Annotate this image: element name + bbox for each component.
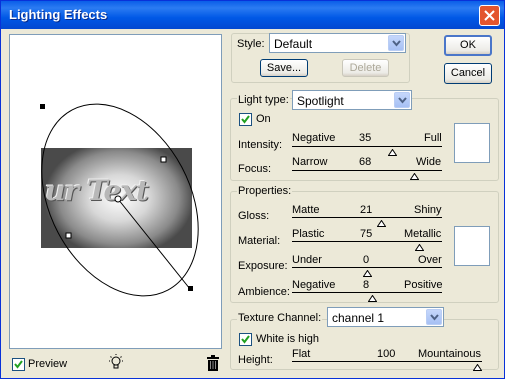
light-type-select[interactable]: Spotlight [292,90,412,110]
texture-channel-label: Texture Channel: [237,312,323,324]
ambient-color-swatch[interactable] [454,226,490,266]
gloss-min-label: Matte [292,204,320,216]
title-bar[interactable]: Lighting Effects [1,1,504,29]
chevron-down-icon [392,40,401,47]
handle-top [40,104,45,109]
height-max-label: Mountainous [418,348,481,360]
checkmark-icon [14,360,23,369]
light-ellipse-overlay [40,103,199,297]
slider-thumb[interactable] [367,293,378,302]
ambience-value: 8 [363,279,370,291]
slider-track[interactable] [292,146,442,147]
cancel-button[interactable]: Cancel [444,63,492,84]
delete-button[interactable]: Delete [342,59,389,77]
light-direction-line [117,198,191,290]
trash-icon[interactable] [206,355,220,371]
focus-label: Focus: [238,163,272,175]
intensity-slider[interactable] [292,145,442,156]
gloss-value: 21 [360,204,373,216]
ambience-max-label: Positive [404,279,443,291]
texture-channel-dropdown-button[interactable] [426,309,442,325]
light-type-label: Light type: [237,94,290,106]
light-on-label: On [256,113,271,125]
style-label: Style: [237,38,265,50]
material-slider[interactable] [292,240,442,251]
chevron-down-icon [398,97,407,104]
focus-min-label: Narrow [292,156,328,168]
ok-button[interactable]: OK [444,35,492,56]
light-center-handle [114,195,122,203]
close-button[interactable] [479,5,500,26]
exposure-value: 0 [363,254,370,266]
exposure-slider[interactable] [292,266,442,277]
slider-thumb[interactable] [409,171,420,180]
slider-track[interactable] [292,292,442,293]
light-color-swatch[interactable] [454,123,490,163]
ambience-label: Ambience: [238,286,290,298]
light-type-select-value: Spotlight [297,94,344,108]
white-is-high-checkbox[interactable] [239,333,252,346]
material-max-label: Metallic [404,228,442,240]
slider-thumb[interactable] [414,242,425,251]
intensity-value: 35 [359,132,372,144]
gloss-label: Gloss: [238,210,270,222]
preview-label: Preview [28,358,68,370]
style-select[interactable]: Default [269,33,406,53]
gloss-slider[interactable] [292,216,442,227]
exposure-label: Exposure: [238,260,288,272]
exposure-min-label: Under [292,254,322,266]
checkmark-icon [241,115,250,124]
height-min-label: Flat [292,348,311,360]
intensity-label: Intensity: [238,139,283,151]
height-slider[interactable] [292,360,483,371]
checkmark-icon [241,335,250,344]
slider-track[interactable] [292,361,482,362]
lighting-effects-dialog: Lighting Effects ur Text Preview Style: … [0,0,505,379]
slider-track[interactable] [292,170,442,171]
handle-bottom [188,286,193,291]
ambience-min-label: Negative [292,279,336,291]
texture-channel-select[interactable]: channel 1 [327,307,444,327]
height-label: Height: [238,354,273,366]
slider-track[interactable] [292,217,442,218]
light-type-dropdown-button[interactable] [394,92,410,108]
slider-thumb[interactable] [376,218,387,227]
slider-thumb[interactable] [472,362,483,371]
light-bulb-icon[interactable] [107,354,125,372]
slider-thumb[interactable] [362,268,373,277]
style-dropdown-button[interactable] [388,35,404,51]
height-value: 100 [377,348,396,360]
material-value: 75 [360,228,373,240]
material-min-label: Plastic [292,228,325,240]
gloss-max-label: Shiny [414,204,442,216]
exposure-max-label: Over [418,254,442,266]
white-is-high-label: White is high [256,333,319,345]
close-icon [484,10,495,21]
properties-title: Properties: [237,185,293,197]
focus-value: 68 [359,156,372,168]
preview-pane[interactable]: ur Text [9,34,222,349]
save-button[interactable]: Save... [260,59,308,77]
focus-max-label: Wide [416,156,442,168]
handle-right [160,156,167,163]
intensity-max-label: Full [424,132,442,144]
texture-channel-select-value: channel 1 [332,311,385,325]
chevron-down-icon [430,314,439,321]
window-title: Lighting Effects [9,7,108,22]
focus-slider[interactable] [292,169,442,180]
material-label: Material: [238,235,281,247]
slider-thumb[interactable] [387,147,398,156]
ambience-slider[interactable] [292,291,442,302]
handle-left [65,232,72,239]
style-select-value: Default [274,37,313,51]
preview-checkbox[interactable] [12,358,25,371]
intensity-min-label: Negative [292,132,336,144]
light-on-checkbox[interactable] [239,113,252,126]
